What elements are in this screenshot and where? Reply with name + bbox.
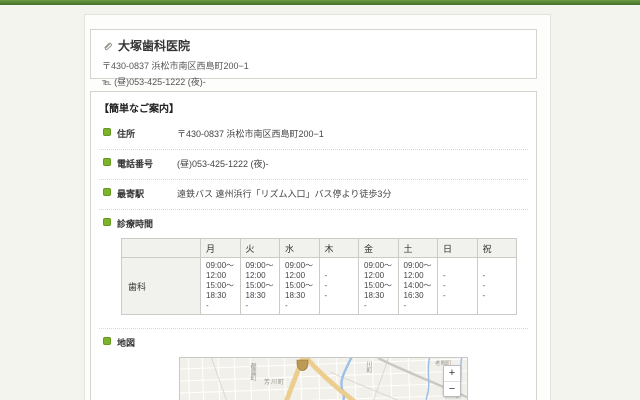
day-header: 日 [437,238,478,258]
map-canvas[interactable]: 都盛町 芳川町 川町 中央区 老間町 + − ▲ [179,357,468,400]
map-graphic: 都盛町 芳川町 川町 中央区 老間町 [180,358,467,400]
map-label: 地図 [117,338,136,348]
page-container: 大塚歯科医院 〒430-0837 浜松市南区西島町200−1 ℡ (昼)053-… [84,14,551,400]
hours-label: 診療時間 [117,219,154,229]
guide-section-title: 【簡単なご案内】 [99,104,179,115]
address-value: 〒430-0837 浜松市南区西島町200−1 [177,129,324,139]
hours-row: 診療時間 月火水木金土日祝 歯科 09:00〜 12:00 15:00〜 18:30-… [99,210,528,329]
day-header: 木 [318,238,359,258]
route-shield-icon [296,359,309,371]
map-zoom-controls: + − ▲ [443,365,461,400]
schedule-row-label: 歯科 [121,257,201,315]
green-square-bullet-icon [103,218,111,226]
schedule-cell: --- [437,257,478,315]
tel-value: (昼)053-425-1222 (夜)- [177,159,269,169]
schedule-table: 月火水木金土日祝 歯科 09:00〜 12:00 15:00〜 18:30-09:00… [121,238,517,315]
day-header: 水 [279,238,320,258]
clinic-address: 〒430-0837 浜松市南区西島町200−1 [102,61,249,71]
tel-label: 電話番号 [117,159,154,169]
schedule-cell: 09:00〜 12:00 14:00〜 16:30- [397,257,438,315]
tel-row: 電話番号 (昼)053-425-1222 (夜)- [99,150,528,180]
day-header: 祝 [476,238,517,258]
day-header: 土 [397,238,438,258]
day-header: 火 [239,238,280,258]
station-label: 最寄駅 [117,189,145,199]
day-header: 金 [358,238,399,258]
day-header: 月 [200,238,241,258]
schedule-cell: --- [318,257,359,315]
station-value: 遠鉄バス 遠州浜行「リズム入口」バス停より徒歩3分 [177,189,392,199]
clinic-header-card: 大塚歯科医院 〒430-0837 浜松市南区西島町200−1 ℡ (昼)053-… [90,29,537,87]
clinic-tel: ℡ (昼)053-425-1222 (夜)- [102,77,206,87]
address-label: 住所 [117,129,136,139]
schedule-cell: 09:00〜 12:00 15:00〜 18:30- [239,257,280,315]
green-square-bullet-icon [103,128,111,136]
green-square-bullet-icon [103,188,111,196]
top-green-bar [0,0,640,5]
schedule-body-row: 歯科 09:00〜 12:00 15:00〜 18:30-09:00〜 12:00 15:… [121,257,517,315]
green-square-bullet-icon [103,158,111,166]
schedule-header-row: 月火水木金土日祝 [121,238,517,258]
station-row: 最寄駅 遠鉄バス 遠州浜行「リズム入口」バス停より徒歩3分 [99,180,528,210]
map-label-tomori: 都盛町 [249,362,256,381]
clinic-title: 大塚歯科医院 [118,39,191,53]
address-row: 住所 〒430-0837 浜松市南区西島町200−1 [99,120,528,150]
map-label-yoshikawa: 芳川町 [264,378,285,386]
schedule-corner-cell [121,238,201,258]
schedule-cell: 09:00〜 12:00 15:00〜 18:30- [279,257,320,315]
schedule-cell: 09:00〜 12:00 15:00〜 18:30- [358,257,399,315]
schedule-cell: 09:00〜 12:00 15:00〜 18:30- [200,257,241,315]
zoom-in-button[interactable]: + [444,366,460,381]
schedule-cell: --- [476,257,517,315]
map-row: 地図 都盛町 芳川町 川町 老間町 + − [99,329,528,400]
map-label-kawamachi: 川町 [365,361,372,373]
guide-card: 【簡単なご案内】 住所 〒430-0837 浜松市南区西島町200−1 電話番号… [90,91,537,400]
zoom-out-button[interactable]: − [444,381,460,396]
paperclip-icon [102,40,113,51]
green-square-bullet-icon [103,337,111,345]
